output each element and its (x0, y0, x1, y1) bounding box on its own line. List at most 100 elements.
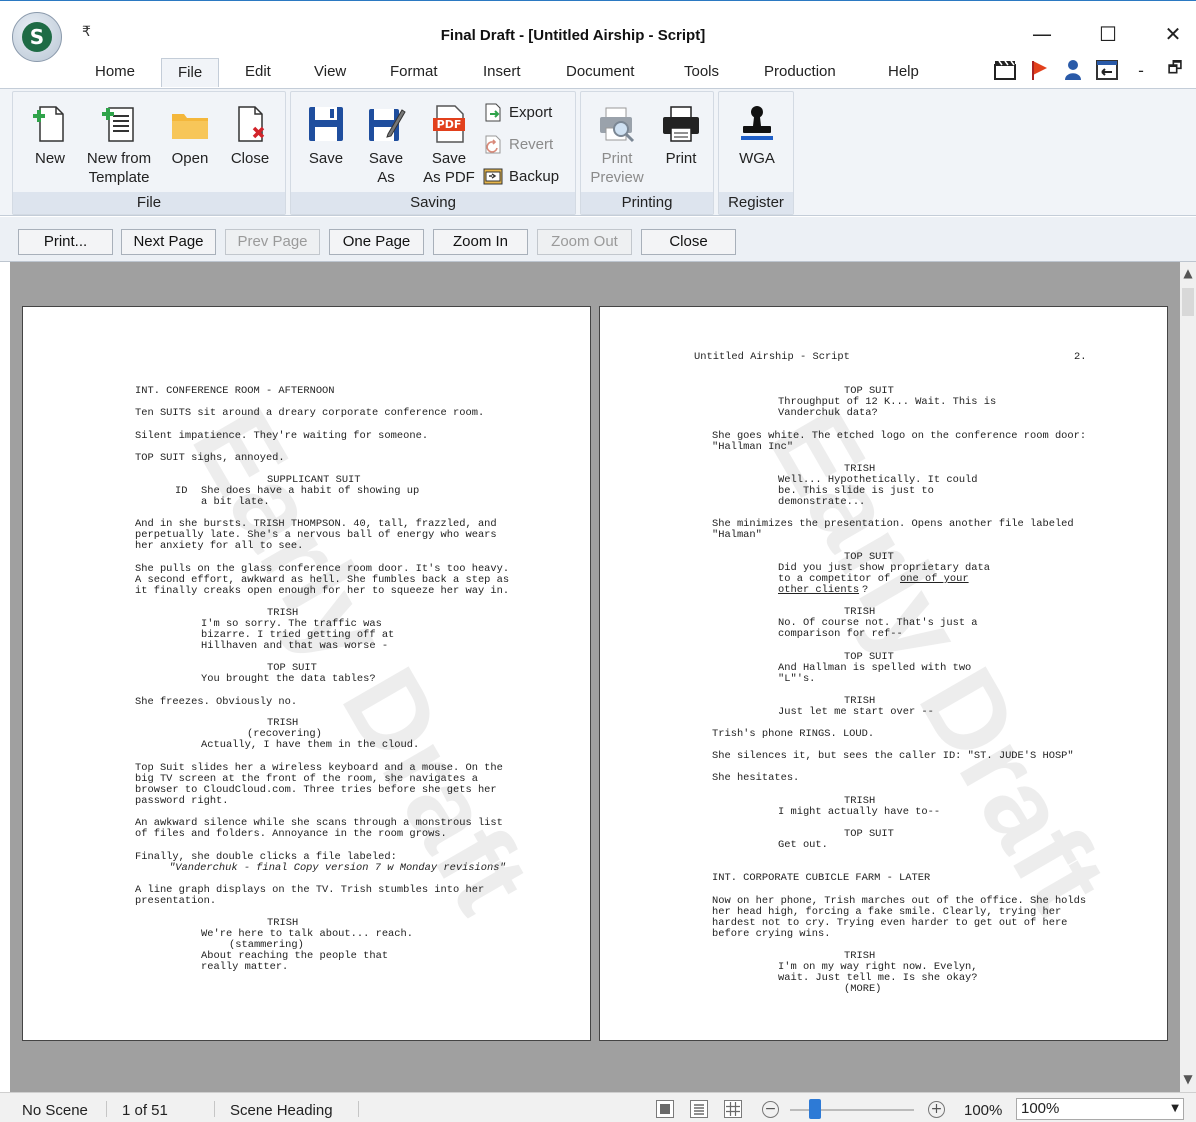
vertical-scrollbar[interactable]: ▲ ▼ (1180, 262, 1196, 1092)
save-button[interactable]: Save (303, 104, 349, 168)
clapper-icon[interactable] (992, 58, 1018, 82)
print-label: Print (665, 150, 697, 167)
register-group-label: Register (719, 192, 793, 214)
save-as-label-2: As (377, 169, 395, 186)
file-group-label: File (13, 192, 285, 214)
page-view-icon[interactable] (690, 1100, 708, 1118)
tab-format[interactable]: Format (390, 63, 438, 80)
tab-view[interactable]: View (314, 63, 346, 80)
template-icon (99, 104, 139, 144)
dialogue-line: You brought the data tables? (201, 673, 376, 685)
tab-tools[interactable]: Tools (684, 63, 719, 80)
save-as-pdf-button[interactable]: PDF Save As PDF (419, 104, 479, 187)
page-header: Untitled Airship - Script (694, 351, 850, 363)
normal-view-icon[interactable] (656, 1100, 674, 1118)
dialogue-underlined: one of your (900, 573, 969, 585)
dialogue-line: Get out. (778, 839, 828, 851)
close-window-button[interactable]: ✕ (1150, 19, 1196, 49)
zoom-in-button[interactable]: Zoom In (433, 229, 528, 255)
dialogue-marker: ID (175, 485, 188, 497)
zoom-in-icon[interactable]: + (928, 1101, 945, 1118)
export-button[interactable]: Export (483, 102, 552, 122)
restore-icon[interactable]: 🗗 (1162, 58, 1188, 82)
zoom-slider-thumb[interactable] (808, 1099, 821, 1119)
scroll-thumb[interactable] (1182, 288, 1194, 316)
ribbon-tabs: Home File Edit View Format Insert Docume… (0, 56, 1196, 88)
dialogue-line: ? (862, 584, 869, 596)
tab-file[interactable]: File (161, 58, 220, 87)
application-menu-button[interactable]: S (12, 12, 62, 62)
scene-heading: INT. CORPORATE CUBICLE FARM - LATER (712, 872, 931, 884)
revert-label: Revert (509, 135, 554, 153)
tab-production[interactable]: Production (764, 63, 836, 80)
save-as-icon (366, 104, 406, 144)
tab-document[interactable]: Document (566, 63, 634, 80)
page-status: 1 of 51 (122, 1102, 168, 1119)
zoom-percent: 100% (964, 1102, 1003, 1119)
new-document-icon (30, 104, 70, 144)
print-preview-label-1: Print (601, 150, 633, 167)
open-button[interactable]: Open (165, 104, 215, 168)
action-line: Trish's phone RINGS. LOUD. (712, 728, 875, 740)
flag-icon[interactable] (1026, 58, 1052, 82)
dialogue-line: demonstrate... (778, 496, 866, 508)
close-button[interactable]: Close (225, 104, 275, 168)
action-line: She hesitates. (712, 772, 800, 784)
dropdown-arrow-icon: ▼ (1171, 1103, 1179, 1114)
zoom-select-value: 100% (1021, 1100, 1060, 1117)
wga-stamp-icon (737, 104, 777, 144)
register-group: WGA Register (718, 91, 794, 215)
status-divider (214, 1101, 215, 1117)
maximize-button[interactable]: ☐ (1085, 19, 1131, 49)
tab-edit[interactable]: Edit (245, 63, 271, 80)
page-number: 2. (1074, 351, 1087, 363)
tab-home[interactable]: Home (95, 63, 135, 80)
action-line: password right. (135, 795, 229, 807)
print-button[interactable]: Print (653, 104, 709, 168)
next-page-button[interactable]: Next Page (121, 229, 216, 255)
dialogue-line: I might actually have to-- (778, 806, 941, 818)
window-title: Final Draft - [Untitled Airship - Script… (440, 27, 706, 44)
preview-area: Early Draft INT. CONFERENCE ROOM - AFTER… (10, 262, 1180, 1092)
zoom-out-button[interactable]: Zoom Out (537, 229, 632, 255)
print-preview-button[interactable]: Print Preview (587, 104, 647, 187)
folder-icon (170, 104, 210, 144)
backup-button[interactable]: Backup (483, 166, 559, 186)
grid-view-icon[interactable] (724, 1100, 742, 1118)
new-from-template-label-2: Template (88, 169, 150, 186)
zoom-out-icon[interactable]: − (762, 1101, 779, 1118)
revert-button[interactable]: Revert (483, 134, 553, 154)
print-button[interactable]: Print... (18, 229, 113, 255)
saving-group-label: Saving (291, 192, 575, 214)
dialogue-underlined: other clients (778, 584, 860, 596)
action-line: She freezes. Obviously no. (135, 696, 298, 708)
printing-group-label: Printing (581, 192, 713, 214)
one-page-button[interactable]: One Page (329, 229, 424, 255)
wga-button[interactable]: WGA (727, 104, 787, 168)
dialogue-line: Actually, I have them in the cloud. (201, 739, 420, 751)
new-from-template-button[interactable]: New from Template (79, 104, 159, 187)
tab-insert[interactable]: Insert (483, 63, 521, 80)
scroll-up-icon[interactable]: ▲ (1180, 266, 1196, 280)
save-as-button[interactable]: Save As (363, 104, 409, 187)
sidebar-icon[interactable] (1094, 58, 1120, 82)
action-line: Silent impatience. They're waiting for s… (135, 430, 429, 442)
zoom-select[interactable]: 100% ▼ (1016, 1098, 1184, 1120)
scroll-down-icon[interactable]: ▼ (1180, 1072, 1196, 1086)
save-as-pdf-label-1: Save (431, 150, 467, 167)
close-preview-button[interactable]: Close (641, 229, 736, 255)
new-button[interactable]: New (27, 104, 73, 168)
wga-label: WGA (739, 150, 775, 167)
tab-help[interactable]: Help (888, 63, 919, 80)
ribbon-right-icons: - 🗗 (992, 58, 1188, 82)
action-line: Ten SUITS sit around a dreary corporate … (135, 407, 485, 419)
more-marker: (MORE) (844, 983, 882, 995)
file-group: New New from Template Open Close File (12, 91, 286, 215)
prev-page-button[interactable]: Prev Page (225, 229, 320, 255)
person-icon[interactable] (1060, 58, 1086, 82)
minimize-ribbon-icon[interactable]: - (1128, 58, 1154, 82)
dialogue-line: really matter. (201, 961, 289, 973)
action-line: before crying wins. (712, 928, 831, 940)
status-divider (358, 1101, 359, 1117)
minimize-button[interactable]: — (1019, 19, 1065, 49)
